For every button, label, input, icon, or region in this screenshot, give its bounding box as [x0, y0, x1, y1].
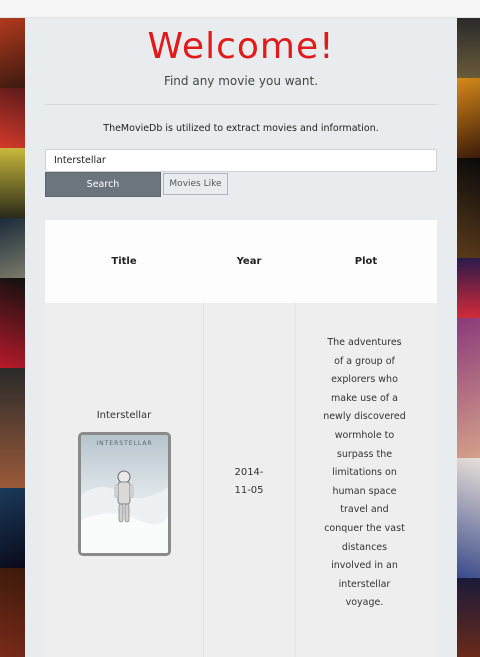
table-row: Interstellar INTERSTELLAR 2014- 11-05 Th…	[45, 303, 437, 657]
title-cell: Interstellar INTERSTELLAR	[45, 303, 203, 657]
background-poster-collage-right	[457, 18, 480, 657]
poster-title-text: INTERSTELLAR	[96, 440, 153, 447]
info-text: TheMovieDb is utilized to extract movies…	[103, 123, 379, 134]
plot-text: The adventures of a group of explorers w…	[323, 337, 406, 609]
main-container: Welcome! Find any movie you want. TheMov…	[25, 18, 457, 657]
movie-poster[interactable]: INTERSTELLAR	[78, 432, 171, 556]
column-header-plot: Plot	[354, 256, 378, 267]
welcome-heading: Welcome!	[147, 26, 335, 67]
background-poster-collage-left	[0, 18, 25, 657]
plot-cell: The adventures of a group of explorers w…	[295, 303, 437, 657]
table-header: Title Year Plot	[45, 220, 437, 303]
year-cell: 2014- 11-05	[203, 303, 295, 657]
column-header-year: Year	[236, 256, 262, 267]
release-date: 2014- 11-05	[234, 467, 264, 496]
subtitle: Find any movie you want.	[163, 74, 319, 88]
movies-like-button[interactable]: Movies Like	[163, 173, 228, 195]
results-table: Title Year Plot Interstellar INTERSTELLA…	[45, 220, 437, 657]
search-button[interactable]: Search	[45, 172, 161, 197]
divider	[45, 104, 437, 105]
browser-top-strip	[0, 0, 480, 18]
movie-title: Interstellar	[96, 410, 152, 421]
search-input[interactable]	[45, 149, 437, 172]
column-header-title: Title	[111, 256, 137, 267]
